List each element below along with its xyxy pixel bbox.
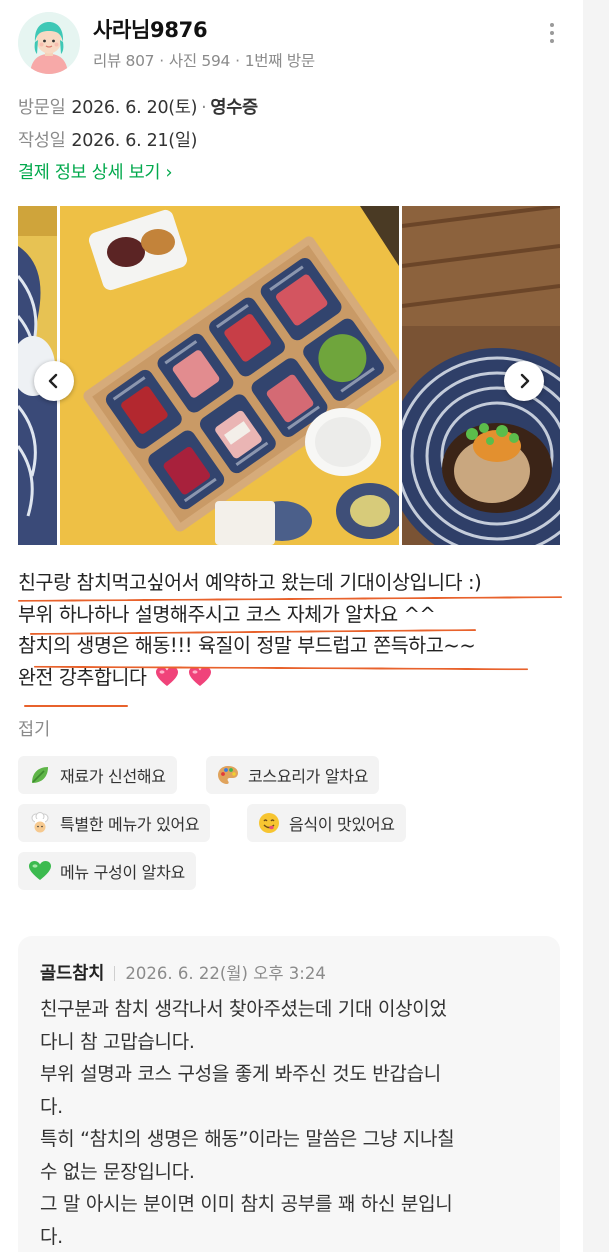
- reply-line: 그 말 아시는 분이면 이미 참치 공부를 꽤 하신 분입니: [40, 1193, 453, 1215]
- write-date-row: 작성일 2026. 6. 21(일): [18, 127, 197, 152]
- reply-line: 다니 참 고맙습니다.: [40, 1030, 195, 1053]
- keyword-tag: 코스요리가 알차요: [206, 756, 380, 794]
- reply-header: 골드참치 2026. 6. 22(월) 오후 3:24: [40, 960, 326, 985]
- visit-date-label: 방문일: [18, 98, 66, 118]
- user-avatar[interactable]: [18, 12, 80, 74]
- palette-icon: [216, 763, 240, 787]
- highlight-underline: [24, 705, 128, 707]
- stats-dot: ·: [235, 52, 240, 70]
- green-heart-icon: [28, 859, 52, 883]
- photo-count: 사진 594: [168, 52, 231, 70]
- keyword-tag: 특별한 메뉴가 있어요: [18, 804, 211, 842]
- write-date-value: 2026. 6. 21(일): [71, 131, 198, 151]
- stats-dot: ·: [159, 52, 164, 70]
- yum-face-icon: [257, 811, 281, 835]
- chef-icon: [28, 811, 52, 835]
- page-scrollbar[interactable]: [583, 0, 609, 1252]
- photo-next-button[interactable]: [504, 361, 544, 401]
- chevron-right-small-icon: ›: [165, 163, 173, 183]
- keyword-tag: 음식이 맛있어요: [247, 804, 406, 842]
- review-card: 사라님9876 리뷰 807 · 사진 594 · 1번째 방문 방문일 2026. 6.…: [0, 0, 583, 1252]
- more-options-icon[interactable]: [540, 18, 564, 48]
- photo-prev-button[interactable]: [34, 361, 74, 401]
- heart-emoji-icon: [189, 666, 212, 686]
- photo-carousel[interactable]: [18, 206, 560, 545]
- heart-emoji-icon: [156, 666, 179, 686]
- visit-date-value: 2026. 6. 20(토): [71, 98, 198, 118]
- leaf-icon: [28, 763, 52, 787]
- reply-line: 다.: [40, 1225, 63, 1248]
- payment-detail-link[interactable]: 결제 정보 상세 보기 ›: [18, 159, 172, 184]
- owner-reply: 골드참치 2026. 6. 22(월) 오후 3:24 친구분과 참치 생각나서 …: [18, 936, 560, 1252]
- keyword-tag: 메뉴 구성이 알차요: [18, 852, 196, 890]
- write-date-label: 작성일: [18, 131, 66, 151]
- reply-line: 친구분과 참치 생각나서 찾아주셨는데 기대 이상이었: [40, 998, 447, 1020]
- collapse-button[interactable]: 접기: [18, 716, 50, 741]
- user-stats: 리뷰 807 · 사진 594 · 1번째 방문: [93, 49, 315, 71]
- review-photo[interactable]: [60, 206, 399, 545]
- visit-date-row: 방문일 2026. 6. 20(토) · 영수증: [18, 94, 258, 119]
- visit-sep: ·: [201, 98, 207, 118]
- reply-line: 다.: [40, 1095, 63, 1118]
- reply-owner-name: 골드참치: [40, 964, 105, 984]
- review-line: 참치의 생명은 해동!!! 육질이 정말 부드럽고 쫀득하고~~: [18, 634, 476, 657]
- reply-line: 수 없는 문장입니다.: [40, 1160, 195, 1183]
- reply-divider: [114, 966, 116, 981]
- review-count: 리뷰 807: [93, 52, 155, 70]
- reply-line: 부위 설명과 코스 구성을 좋게 봐주신 것도 반갑습니: [40, 1063, 441, 1085]
- visit-count: 1번째 방문: [244, 52, 315, 70]
- reply-text: 친구분과 참치 생각나서 찾아주셨는데 기대 이상이었 다니 참 고맙습니다. …: [40, 993, 540, 1252]
- reply-line: 특히 “참치의 생명은 해동”이라는 말씀은 그냥 지나칠: [40, 1128, 455, 1150]
- review-line: 부위 하나하나 설명해주시고 코스 자체가 알차요 ^^: [18, 602, 436, 626]
- payment-detail-label: 결제 정보 상세 보기: [18, 163, 161, 183]
- chevron-left-icon: [48, 373, 58, 389]
- review-line: 친구랑 참치먹고싶어서 예약하고 왔는데 기대이상입니다 :): [18, 571, 482, 594]
- reply-date: 2026. 6. 22(월) 오후 3:24: [125, 964, 326, 983]
- chevron-right-icon: [520, 373, 530, 389]
- user-nickname[interactable]: 사라님9876: [93, 14, 208, 44]
- receipt-badge: 영수증: [210, 98, 258, 118]
- keyword-tag: 재료가 신선해요: [18, 756, 177, 794]
